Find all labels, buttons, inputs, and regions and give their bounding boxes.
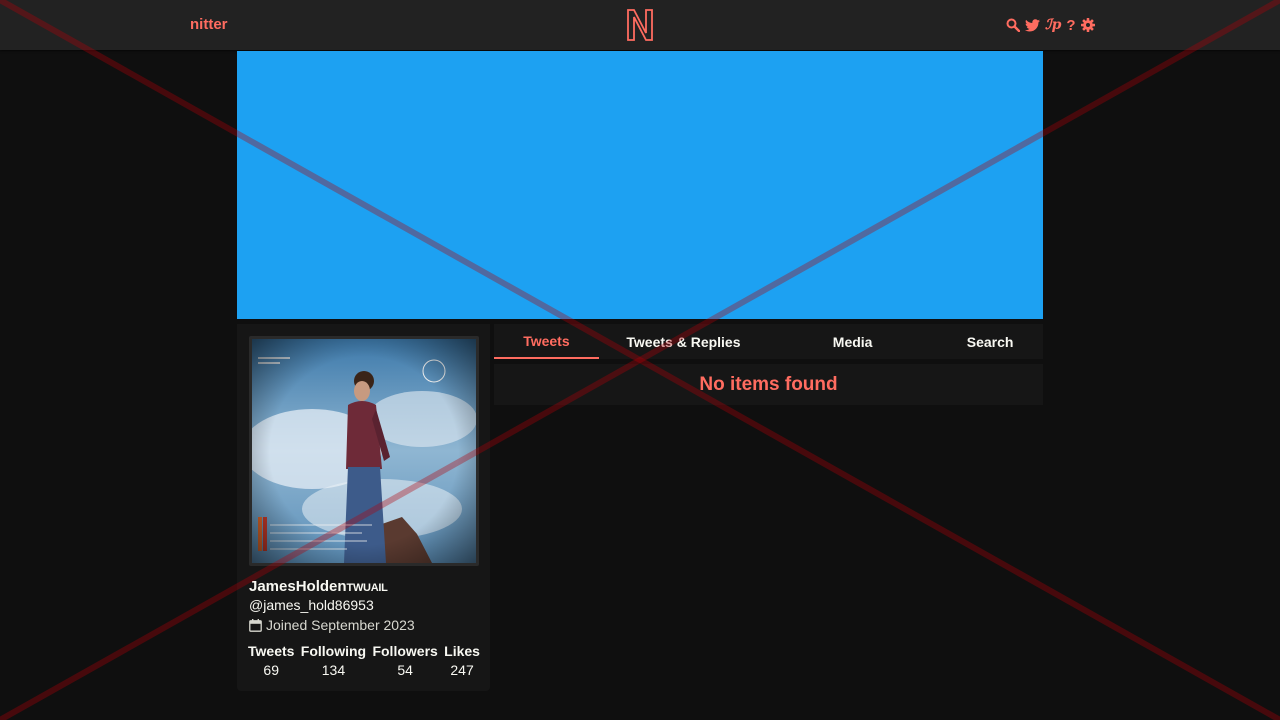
twitter-bird-icon[interactable] xyxy=(1025,16,1040,34)
gear-icon[interactable] xyxy=(1080,16,1095,34)
stat-value: 69 xyxy=(263,662,279,678)
timeline-panel: No items found xyxy=(494,364,1043,405)
stat-label: Followers xyxy=(372,643,438,659)
stat-value: 247 xyxy=(450,662,474,678)
empty-timeline-message: No items found xyxy=(699,373,838,395)
stat-followers: Followers 54 xyxy=(372,643,437,678)
stat-label: Following xyxy=(300,643,367,659)
nitter-home-link[interactable]: nitter xyxy=(190,16,228,33)
tab-tweets-and-replies[interactable]: Tweets & Replies xyxy=(599,324,768,359)
nitter-logo-icon[interactable] xyxy=(625,7,655,43)
stat-following: Following 134 xyxy=(301,643,366,678)
profile-banner[interactable] xyxy=(237,51,1043,319)
profile-fullname[interactable]: JamesHoldenTWUAIL xyxy=(249,578,388,595)
tab-media[interactable]: Media xyxy=(768,324,937,359)
stat-tweets: Tweets 69 xyxy=(248,643,294,678)
profile-stats: Tweets 69 Following 134 Followers 54 Lik… xyxy=(248,643,480,678)
name-badge: TWUAIL xyxy=(346,582,388,594)
stat-value: 54 xyxy=(397,662,413,678)
search-icon[interactable] xyxy=(1006,16,1020,34)
nav-icon-bar: ℐp ? xyxy=(1006,16,1100,34)
tab-search[interactable]: Search xyxy=(937,324,1043,359)
profile-card: JamesHoldenTWUAIL @james_hold86953 Joine… xyxy=(237,324,490,691)
joined-text: Joined September 2023 xyxy=(266,617,415,633)
profile-username[interactable]: @james_hold86953 xyxy=(249,597,374,613)
stat-label: Likes xyxy=(444,643,480,659)
profile-joined-date: Joined September 2023 xyxy=(249,617,415,633)
rss-icon[interactable]: ℐp xyxy=(1045,16,1061,34)
top-navbar: nitter ℐp ? xyxy=(0,0,1280,50)
help-icon[interactable]: ? xyxy=(1066,16,1075,34)
fullname-text: JamesHolden xyxy=(249,578,347,595)
calendar-icon xyxy=(249,618,262,632)
stat-label: Tweets xyxy=(248,643,295,659)
profile-avatar[interactable] xyxy=(249,336,479,566)
stat-value: 134 xyxy=(321,662,346,678)
stat-likes: Likes 247 xyxy=(444,643,480,678)
timeline-tabs: Tweets Tweets & Replies Media Search xyxy=(494,324,1043,359)
tab-tweets[interactable]: Tweets xyxy=(494,324,599,359)
